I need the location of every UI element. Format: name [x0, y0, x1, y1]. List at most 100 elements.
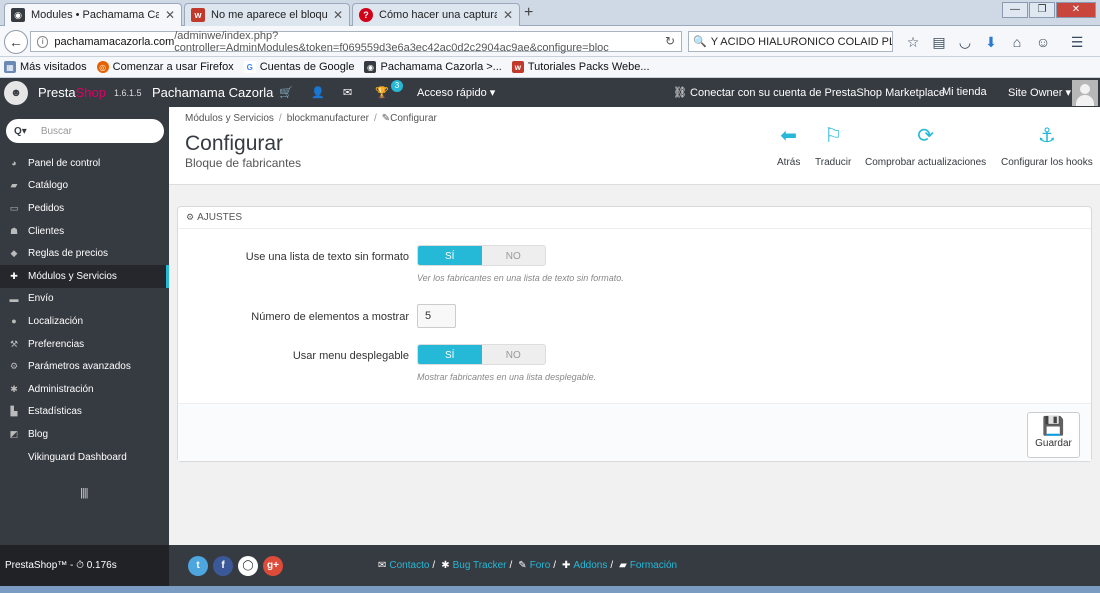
sidebar-item-catalog[interactable]: ▰ Catálogo — [0, 175, 169, 198]
bookmark-label: Cuentas de Google — [259, 61, 355, 73]
toggle-yes[interactable]: SÍ — [418, 345, 482, 364]
close-tab-icon[interactable]: ✕ — [503, 8, 513, 22]
bookmark-tutoriales[interactable]: w Tutoriales Packs Webe... — [511, 61, 650, 73]
menu-icon[interactable]: ☰ — [1064, 34, 1090, 51]
chat-icon[interactable]: ☺ — [1030, 34, 1056, 51]
bookmark-google[interactable]: G Cuentas de Google — [243, 61, 355, 73]
sidebar-item-price-rules[interactable]: ◆ Reglas de precios — [0, 242, 169, 265]
sidebar-item-advanced-parameters[interactable]: ⚙ Parámetros avanzados — [0, 355, 169, 378]
address-bar[interactable]: i pachamamacazorla.com/adminwe/index.php… — [30, 29, 682, 54]
sidebar-item-label: Administración — [28, 383, 94, 395]
save-button[interactable]: 💾 Guardar — [1027, 412, 1080, 458]
pocket-icon[interactable]: ◡ — [952, 34, 978, 51]
tab-title: No me aparece el bloque d... — [211, 9, 327, 21]
puzzle-icon: ✚ — [10, 270, 18, 281]
store-name-link[interactable]: Pachamama Cazorla — [152, 85, 273, 100]
sidebar-item-label: Preferencias — [28, 338, 85, 350]
facebook-icon[interactable]: f — [213, 556, 233, 576]
window-controls: — ❐ ✕ — [1001, 2, 1096, 18]
toggle-yes[interactable]: SÍ — [418, 246, 482, 265]
reading-list-icon[interactable]: ▤ — [926, 34, 952, 51]
footer-link-contact[interactable]: Contacto — [389, 560, 429, 571]
minimize-icon[interactable]: — — [1002, 2, 1028, 18]
collapse-sidebar-icon[interactable]: |||| — [80, 487, 89, 499]
info-icon[interactable]: i — [37, 35, 49, 48]
caret-down-icon: ▾ — [489, 87, 496, 99]
browser-tab-help[interactable]: ? Cómo hacer una captura d... ✕ — [352, 3, 520, 26]
configure-hooks-label: Configurar los hooks — [1001, 157, 1093, 168]
cart-icon[interactable]: 🛒 — [279, 86, 311, 99]
close-tab-icon[interactable]: ✕ — [333, 8, 343, 22]
user-role: Site Owner — [1008, 87, 1063, 99]
sidebar-item-preferences[interactable]: ⚒ Preferencias — [0, 333, 169, 356]
sidebar-item-customers[interactable]: ☗ Clientes — [0, 220, 169, 243]
configure-hooks-button[interactable]: ⚓ Configurar los hooks — [1001, 124, 1093, 168]
dropdown-menu-toggle[interactable]: SÍ NO — [417, 344, 546, 365]
browser-tab-bar: ◉ Modules • Pachamama Ca... ✕ w No me ap… — [0, 0, 1100, 26]
search-icon[interactable]: Q▾ — [14, 126, 27, 137]
toggle-no[interactable]: NO — [482, 246, 546, 265]
sidebar-search-input[interactable]: Q▾ Buscar — [6, 119, 164, 143]
avatar[interactable] — [1072, 80, 1098, 106]
footer-link-bug-tracker[interactable]: Bug Tracker — [453, 560, 507, 571]
user-icon[interactable]: 👤 — [311, 86, 343, 99]
download-icon[interactable]: ⬇ — [978, 34, 1004, 51]
bookmark-firefox[interactable]: ◎ Comenzar a usar Firefox — [96, 61, 234, 73]
sidebar-item-blog[interactable]: ◩ Blog — [0, 423, 169, 446]
sidebar-item-localization[interactable]: ● Localización — [0, 310, 169, 333]
home-icon[interactable]: ⌂ — [1004, 34, 1030, 51]
plain-text-list-toggle[interactable]: SÍ NO — [417, 245, 546, 266]
my-shop-link[interactable]: Mi tienda — [942, 86, 987, 98]
check-updates-button[interactable]: ⟳ Comprobar actualizaciones — [865, 124, 986, 168]
sidebar-item-orders[interactable]: ▭ Pedidos — [0, 197, 169, 220]
breadcrumb-item[interactable]: blockmanufacturer — [287, 113, 369, 124]
bookmark-pachamama[interactable]: ◉ Pachamama Cazorla >... — [364, 61, 502, 73]
breadcrumb-item[interactable]: Módulos y Servicios — [185, 113, 274, 124]
close-tab-icon[interactable]: ✕ — [165, 8, 175, 22]
star-icon[interactable]: ☆ — [900, 34, 926, 51]
field-label: Número de elementos a mostrar — [251, 311, 409, 323]
maximize-icon[interactable]: ❐ — [1029, 2, 1055, 18]
close-window-icon[interactable]: ✕ — [1056, 2, 1096, 18]
sidebar-item-dashboard[interactable]: ◕ Panel de control — [0, 152, 169, 175]
wrench-icon: ✎ — [381, 113, 391, 124]
twitter-icon[interactable]: t — [188, 556, 208, 576]
number-of-elements-input[interactable]: 5 — [417, 304, 456, 328]
google-icon: G — [243, 61, 256, 73]
new-tab-icon[interactable]: + — [524, 4, 533, 22]
github-icon[interactable]: ◯ — [238, 556, 258, 576]
users-icon: ☗ — [9, 225, 19, 236]
url-path: /adminwe/index.php?controller=AdminModul… — [174, 29, 609, 54]
sidebar-item-administration[interactable]: ✱ Administración — [0, 378, 169, 401]
browser-search-input[interactable]: 🔍 Y ACIDO HIALURONICO COLAID PLUS → — [688, 31, 893, 52]
tab-title: Modules • Pachamama Ca... — [31, 9, 159, 21]
sidebar-item-modules[interactable]: ✚ Módulos y Servicios — [0, 264, 169, 288]
reload-icon[interactable]: ↻ — [665, 34, 675, 48]
browser-tab-forum[interactable]: w No me aparece el bloque d... ✕ — [184, 3, 350, 26]
footer-link-forum[interactable]: Foro — [530, 560, 551, 571]
sidebar-item-shipping[interactable]: ▬ Envío — [0, 288, 169, 311]
google-plus-icon[interactable]: g+ — [263, 556, 283, 576]
sidebar-item-label: Localización — [28, 315, 84, 327]
quick-access-dropdown[interactable]: Acceso rápido ▾ — [417, 86, 495, 99]
prestashop-logo-icon[interactable]: ☻ — [4, 81, 28, 105]
sidebar-item-statistics[interactable]: ▙ Estadísticas — [0, 401, 169, 424]
sidebar-item-vikinguard[interactable]: Vikinguard Dashboard — [0, 446, 169, 469]
save-button-label: Guardar — [1035, 438, 1072, 449]
back-button[interactable]: ⬅ Atrás — [777, 124, 800, 168]
footer-link-training[interactable]: Formación — [630, 560, 677, 571]
wrench-icon: ⚒ — [9, 338, 19, 349]
translate-button[interactable]: ⚐ Traducir — [815, 124, 851, 168]
footer-link-addons[interactable]: Addons — [573, 560, 607, 571]
tab-title: Cómo hacer una captura d... — [379, 9, 497, 21]
back-arrow-icon[interactable]: ← — [4, 30, 28, 54]
firefox-icon: ◎ — [96, 61, 109, 73]
toggle-no[interactable]: NO — [482, 345, 546, 364]
bookmark-most-visited[interactable]: ▦ Más visitados — [4, 61, 87, 73]
version-label: 1.6.1.5 — [114, 88, 142, 98]
marketplace-connect-link[interactable]: ⛓ Conectar con su cuenta de PrestaShop M… — [673, 86, 945, 99]
envelope-icon[interactable]: ✉ — [343, 86, 375, 99]
browser-tab-modules[interactable]: ◉ Modules • Pachamama Ca... ✕ — [4, 3, 182, 26]
field-label: Use una lista de texto sin formato — [245, 251, 409, 263]
user-menu[interactable]: Site Owner ▾ — [1008, 86, 1071, 99]
